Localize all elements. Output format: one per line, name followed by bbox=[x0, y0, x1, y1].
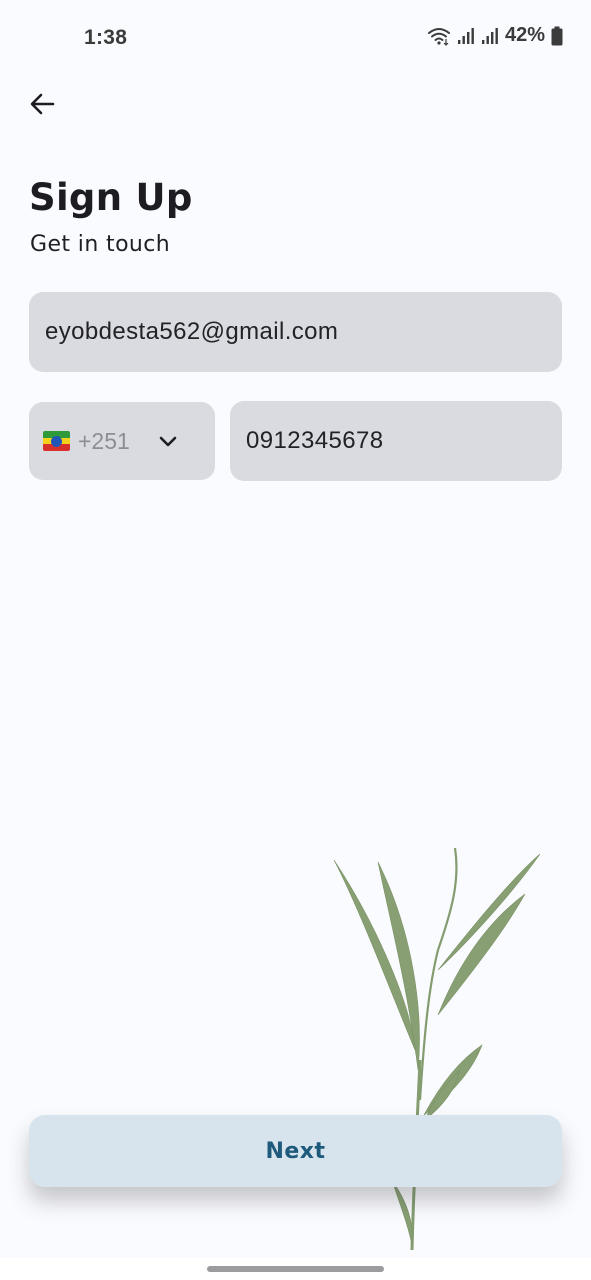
battery-percent: 42% bbox=[504, 24, 545, 46]
status-time: 1:38 bbox=[84, 26, 128, 49]
chevron-down-icon bbox=[159, 436, 177, 447]
next-button[interactable]: Next bbox=[29, 1115, 562, 1187]
email-field[interactable] bbox=[29, 292, 562, 372]
signal-icon bbox=[457, 27, 475, 45]
page-title: Sign Up bbox=[29, 176, 193, 219]
back-button[interactable] bbox=[22, 84, 62, 124]
signal-icon bbox=[481, 27, 499, 45]
plant-illustration bbox=[333, 847, 541, 1251]
home-gesture-handle[interactable] bbox=[207, 1266, 384, 1272]
country-code-picker[interactable]: +251 bbox=[29, 402, 215, 480]
page-subtitle: Get in touch bbox=[30, 232, 171, 257]
status-icons: 42% bbox=[427, 24, 563, 47]
battery-icon bbox=[551, 26, 563, 46]
signup-screen: 1:38 42% Sign Up Get in touch eyobdesta5… bbox=[0, 0, 591, 1280]
wifi-icon bbox=[427, 26, 451, 46]
ethiopia-flag-icon bbox=[43, 431, 70, 451]
arrow-left-icon bbox=[30, 93, 55, 115]
dial-code: +251 bbox=[78, 427, 130, 454]
status-bar: 1:38 42% bbox=[0, 0, 591, 78]
phone-field[interactable] bbox=[230, 401, 562, 481]
